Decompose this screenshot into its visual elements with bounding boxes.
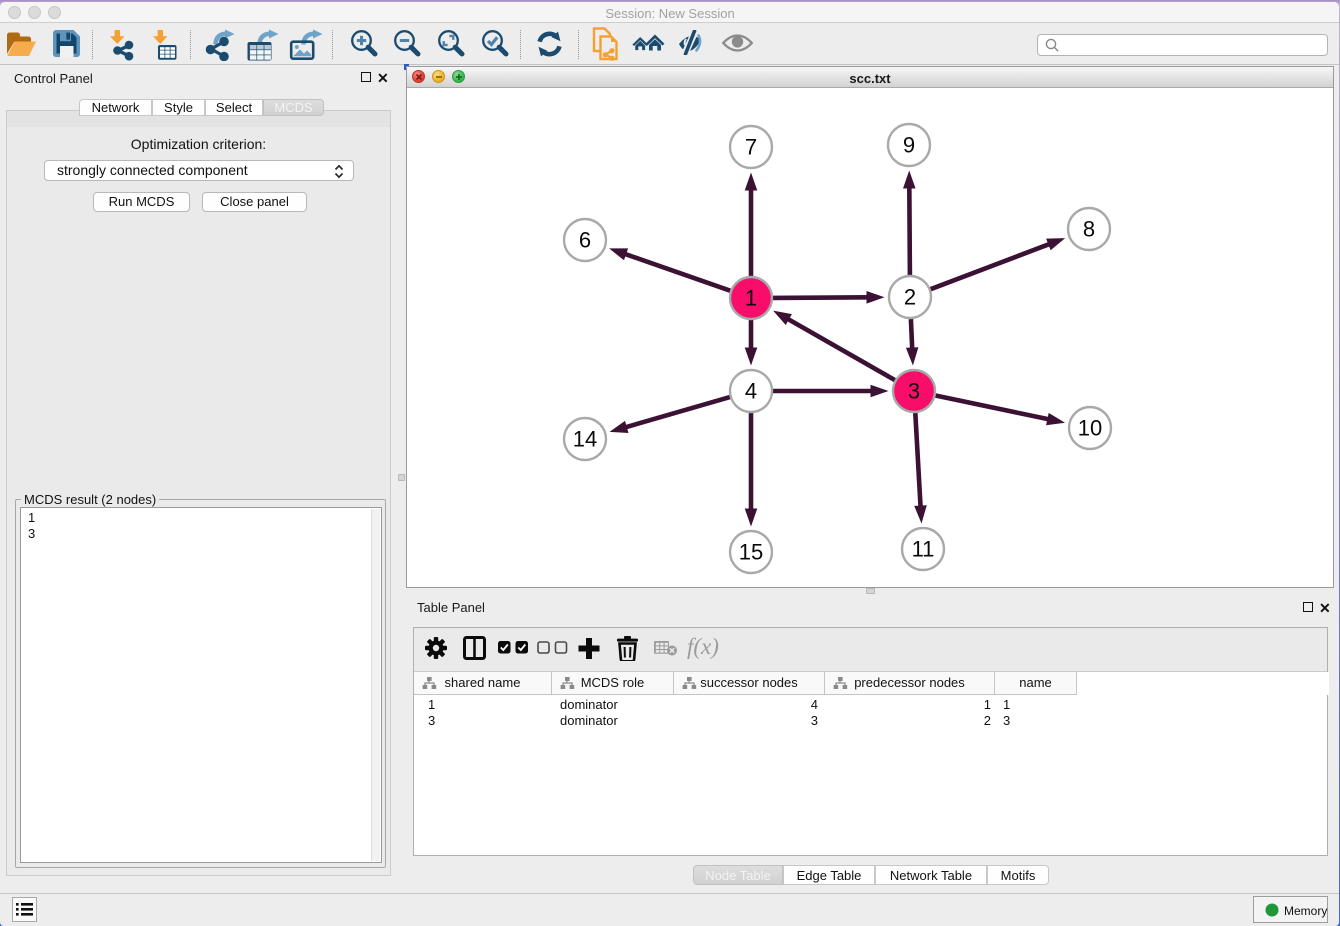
svg-text:11: 11 [912, 537, 935, 562]
svg-text:4: 4 [745, 379, 757, 404]
svg-text:6: 6 [579, 228, 591, 253]
svg-text:8: 8 [1083, 217, 1095, 242]
svg-text:2: 2 [904, 285, 916, 310]
svg-text:14: 14 [573, 427, 597, 452]
svg-text:15: 15 [739, 540, 763, 565]
svg-text:7: 7 [745, 135, 757, 160]
svg-text:10: 10 [1078, 416, 1102, 441]
svg-text:9: 9 [903, 133, 915, 158]
svg-text:3: 3 [908, 379, 920, 404]
svg-text:1: 1 [745, 286, 757, 311]
